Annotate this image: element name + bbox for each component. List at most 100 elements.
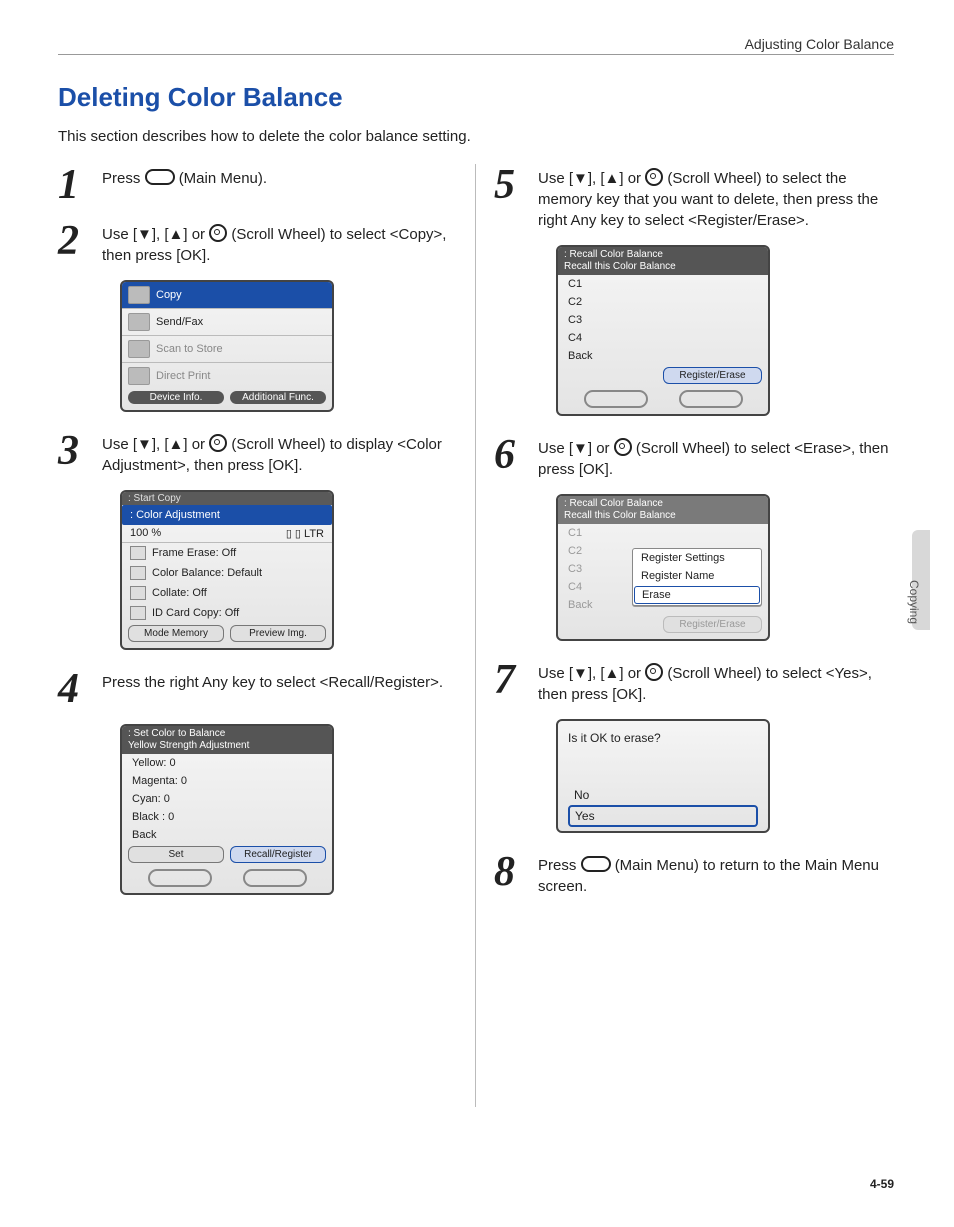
softkey-preview-img[interactable]: Preview Img.	[230, 625, 326, 642]
header-rule	[58, 54, 894, 55]
step-text: Use [▼], [▲] or (Scroll Wheel) to select…	[538, 659, 894, 705]
item-black[interactable]: Black : 0	[122, 808, 332, 826]
menu-item-sendfax[interactable]: Send/Fax	[122, 308, 332, 335]
softkey-empty	[564, 616, 657, 633]
confirm-yes[interactable]: Yes	[568, 805, 758, 827]
scan-icon	[128, 340, 150, 358]
print-icon	[128, 367, 150, 385]
any-key-left[interactable]	[148, 869, 212, 887]
lcd-title: : Recall Color Balance Recall this Color…	[558, 247, 768, 275]
any-key-right[interactable]	[679, 390, 743, 408]
item-c4[interactable]: C4	[558, 329, 768, 347]
step-text-b: (Main Menu).	[179, 170, 267, 187]
step-number: 7	[494, 659, 538, 705]
lcd-title: : Recall Color Balance Recall this Color…	[558, 496, 768, 524]
item-c2[interactable]: C2	[558, 293, 768, 311]
lcd-color-adjustment-row[interactable]: : Color Adjustment	[122, 505, 332, 525]
any-key-right[interactable]	[243, 869, 307, 887]
popup-register-erase: Register Settings Register Name Erase	[632, 548, 762, 606]
send-icon	[128, 313, 150, 331]
scroll-wheel-icon	[209, 224, 227, 242]
label: Direct Print	[156, 370, 210, 382]
main-menu-key-icon	[145, 169, 175, 185]
menu-item-direct-print[interactable]: Direct Print	[122, 362, 332, 389]
item-magenta[interactable]: Magenta: 0	[122, 772, 332, 790]
step-3: 3 Use [▼], [▲] or (Scroll Wheel) to disp…	[58, 430, 458, 476]
confirm-question: Is it OK to erase?	[568, 731, 758, 745]
step-number: 3	[58, 430, 102, 476]
frame-erase-icon	[130, 546, 146, 560]
popup-register-name[interactable]: Register Name	[633, 567, 761, 585]
header-breadcrumb: Adjusting Color Balance	[745, 36, 894, 52]
step-4: 4 Press the right Any key to select <Rec…	[58, 668, 458, 710]
scroll-wheel-icon	[645, 168, 663, 186]
step-6: 6 Use [▼] or (Scroll Wheel) to select <E…	[494, 434, 894, 480]
step-number: 6	[494, 434, 538, 480]
label: Copy	[156, 289, 182, 301]
softkey-mode-memory[interactable]: Mode Memory	[128, 625, 224, 642]
step-text: Press the right Any key to select <Recal…	[102, 668, 458, 710]
step-number: 5	[494, 164, 538, 231]
lcd-copy-settings: : Start Copy : Color Adjustment 100 % ▯ …	[120, 490, 334, 650]
item-back[interactable]: Back	[558, 347, 768, 365]
step-number: 4	[58, 668, 102, 710]
item-cyan[interactable]: Cyan: 0	[122, 790, 332, 808]
step-number: 8	[494, 851, 538, 897]
softkey-recall-register[interactable]: Recall/Register	[230, 846, 326, 863]
softkey-register-erase[interactable]: Register/Erase	[663, 367, 762, 384]
step-text-a: Use [▼] or	[538, 440, 614, 457]
lcd-recall-balance: : Recall Color Balance Recall this Color…	[556, 245, 770, 416]
softkey-device-info[interactable]: Device Info.	[128, 391, 224, 404]
section-title: Deleting Color Balance	[58, 82, 343, 113]
scroll-wheel-icon	[645, 663, 663, 681]
step-text: Use [▼], [▲] or (Scroll Wheel) to select…	[538, 164, 894, 231]
item-c3[interactable]: C3	[558, 311, 768, 329]
step-text-a: Use [▼], [▲] or	[102, 436, 209, 453]
softkey-set[interactable]: Set	[128, 846, 224, 863]
step-7: 7 Use [▼], [▲] or (Scroll Wheel) to sele…	[494, 659, 894, 705]
lcd-zoom-paper: 100 % ▯ ▯ LTR	[122, 525, 332, 543]
opt-collate[interactable]: Collate: Off	[122, 583, 332, 603]
label: Frame Erase: Off	[152, 547, 236, 559]
step-number: 2	[58, 220, 102, 266]
scroll-wheel-icon	[614, 438, 632, 456]
step-number: 1	[58, 164, 102, 206]
color-balance-icon	[130, 566, 146, 580]
item-yellow[interactable]: Yellow: 0	[122, 754, 332, 772]
side-tab: Copying	[912, 530, 930, 630]
step-5: 5 Use [▼], [▲] or (Scroll Wheel) to sele…	[494, 164, 894, 231]
id-card-icon	[130, 606, 146, 620]
paper-icons: ▯ ▯ LTR	[286, 527, 324, 540]
intro-text: This section describes how to delete the…	[58, 128, 471, 145]
softkey-empty	[564, 367, 657, 384]
step-text-a: Press	[102, 170, 145, 187]
item-c1: C1	[558, 524, 768, 542]
opt-color-balance[interactable]: Color Balance: Default	[122, 563, 332, 583]
page-number: 4-59	[870, 1177, 894, 1191]
popup-erase[interactable]: Erase	[634, 586, 760, 604]
step-text-a: Press	[538, 857, 581, 874]
step-8: 8 Press (Main Menu) to return to the Mai…	[494, 851, 894, 897]
softkey-register-erase: Register/Erase	[663, 616, 762, 633]
softkey-additional-func[interactable]: Additional Func.	[230, 391, 326, 404]
popup-register-settings[interactable]: Register Settings	[633, 549, 761, 567]
confirm-no[interactable]: No	[568, 785, 758, 805]
step-text-a: Use [▼], [▲] or	[538, 665, 645, 682]
zoom-value: 100 %	[130, 527, 161, 540]
lcd-title: : Set Color to Balance Yellow Strength A…	[122, 726, 332, 754]
lcd-main-menu: Copy Send/Fax Scan to Store Direct Print…	[120, 280, 334, 412]
lcd-confirm-erase: Is it OK to erase? No Yes	[556, 719, 770, 833]
menu-item-copy[interactable]: Copy	[122, 282, 332, 308]
label: Color Balance: Default	[152, 567, 262, 579]
any-key-left[interactable]	[584, 390, 648, 408]
side-tab-label: Copying	[907, 580, 921, 624]
menu-item-scan[interactable]: Scan to Store	[122, 335, 332, 362]
step-text-a: Use [▼], [▲] or	[538, 170, 645, 187]
collate-icon	[130, 586, 146, 600]
item-c1[interactable]: C1	[558, 275, 768, 293]
opt-id-card[interactable]: ID Card Copy: Off	[122, 603, 332, 623]
scroll-wheel-icon	[209, 434, 227, 452]
item-back[interactable]: Back	[122, 826, 332, 844]
opt-frame-erase[interactable]: Frame Erase: Off	[122, 543, 332, 563]
main-menu-key-icon	[581, 856, 611, 872]
